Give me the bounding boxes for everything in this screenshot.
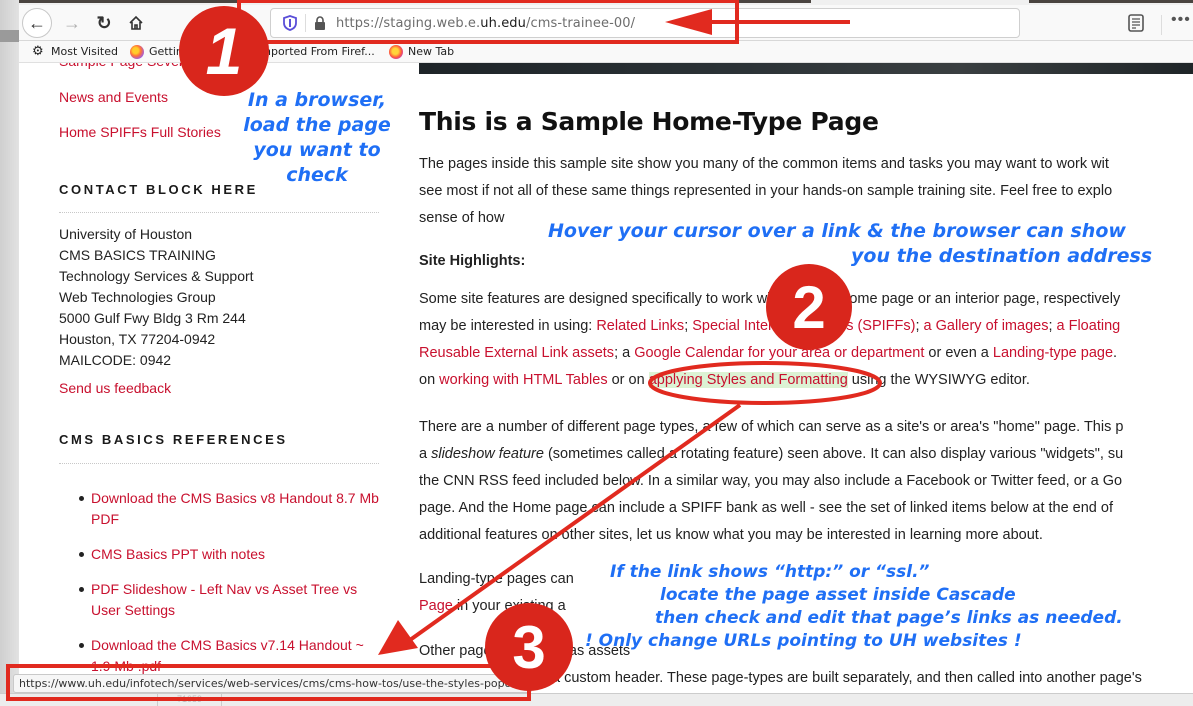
intro-line: sense of how bbox=[419, 210, 505, 226]
list-item: Download the CMS Basics v8 Handout 8.7 M… bbox=[79, 488, 381, 530]
feedback-link[interactable]: Send us feedback bbox=[59, 380, 171, 396]
step-badge-1: 1 bbox=[179, 6, 269, 96]
page-actions-menu-button[interactable]: ••• bbox=[1171, 11, 1191, 29]
references-heading: CMS BASICS REFERENCES bbox=[59, 432, 288, 447]
custom-header-line: a custom header. These page-types are bu… bbox=[552, 670, 1142, 686]
page-link[interactable]: Page bbox=[419, 598, 453, 614]
status-highlight-box bbox=[6, 664, 531, 701]
home-button[interactable] bbox=[121, 8, 151, 38]
step-badge-3: 3 bbox=[485, 603, 573, 691]
step-badge-2: 2 bbox=[766, 264, 852, 350]
step-2-note: Hover your cursor over a link & the brow… bbox=[548, 220, 1153, 267]
related-links-link[interactable]: Related Links bbox=[596, 318, 684, 334]
slideshow-image bbox=[419, 63, 1193, 74]
arrow-right-icon: → bbox=[63, 12, 81, 33]
reload-icon: ↻ bbox=[96, 12, 112, 33]
firefox-icon bbox=[389, 44, 403, 59]
list-item: PDF Slideshow - Left Nav vs Asset Tree v… bbox=[79, 579, 381, 621]
screenshot-stage: ← → ↻ https://staging.web.e.uh.edu/cms-t… bbox=[0, 0, 1193, 706]
page-types-line: additional features on other sites, let … bbox=[419, 527, 1043, 543]
home-icon bbox=[129, 15, 143, 30]
arrow-left-icon: ← bbox=[28, 12, 46, 33]
page-types-line: a slideshow feature (sometimes called a … bbox=[419, 446, 1124, 462]
divider bbox=[59, 463, 379, 464]
more-icon: ••• bbox=[1171, 11, 1191, 28]
list-item: CMS Basics PPT with notes bbox=[79, 544, 381, 565]
bookmark-imported-folder[interactable]: Imported From Firef... bbox=[257, 45, 375, 58]
bookmark-new-tab[interactable]: New Tab bbox=[389, 44, 454, 59]
contact-heading: CONTACT BLOCK HERE bbox=[59, 182, 258, 197]
references-list: Download the CMS Basics v8 Handout 8.7 M… bbox=[79, 488, 381, 691]
forward-button[interactable]: → bbox=[57, 8, 87, 38]
divider bbox=[59, 212, 379, 213]
gear-icon: ⚙ bbox=[32, 43, 44, 59]
reload-button[interactable]: ↻ bbox=[89, 8, 119, 38]
gallery-link[interactable]: a Gallery of images bbox=[924, 318, 1049, 334]
site-highlights-heading: Site Highlights: bbox=[419, 253, 526, 269]
step-1-note: In a browser, load the page you want to … bbox=[243, 89, 391, 186]
html-tables-link[interactable]: working with HTML Tables bbox=[439, 372, 607, 388]
reference-link[interactable]: PDF Slideshow - Left Nav vs Asset Tree v… bbox=[91, 581, 357, 618]
floating-link[interactable]: a Floating bbox=[1057, 318, 1121, 334]
back-button[interactable]: ← bbox=[22, 8, 52, 38]
sidebar-link-news-events[interactable]: News and Events bbox=[59, 89, 168, 105]
landing-line: Landing-type pages can bbox=[419, 571, 574, 587]
reference-link[interactable]: CMS Basics PPT with notes bbox=[91, 546, 265, 562]
reader-view-icon[interactable] bbox=[1126, 13, 1146, 33]
desktop-edge bbox=[0, 0, 19, 706]
page-types-line: the CNN RSS feed included below. In a si… bbox=[419, 473, 1123, 489]
firefox-icon bbox=[129, 44, 144, 59]
bookmark-most-visited[interactable]: ⚙ Most Visited bbox=[32, 43, 118, 59]
highlights-line: Reusable External Link assets; a Google … bbox=[419, 345, 1118, 361]
contact-block: University of Houston CMS BASICS TRAININ… bbox=[59, 226, 254, 368]
url-highlight-box bbox=[237, 0, 739, 44]
step-3-note: If the link shows “http:” or “ssl.” loca… bbox=[585, 562, 1123, 651]
google-calendar-link[interactable]: Google Calendar for your area or departm… bbox=[634, 345, 924, 361]
highlights-line: on working with HTML Tables or on applyi… bbox=[419, 372, 1030, 388]
reusable-links-link[interactable]: Reusable External Link assets bbox=[419, 345, 614, 361]
styles-formatting-link[interactable]: applying Styles and Formatting bbox=[648, 372, 848, 388]
landing-page-link[interactable]: Landing-type page bbox=[993, 345, 1113, 361]
sidebar-link-sample-page-seven[interactable]: Sample Page Seven bbox=[59, 63, 187, 69]
sidebar-link-home-spiffs[interactable]: Home SPIFFs Full Stories bbox=[59, 124, 221, 140]
intro-line: see most if not all of these same things… bbox=[419, 183, 1113, 199]
page-title: This is a Sample Home-Type Page bbox=[419, 107, 879, 136]
page-types-line: There are a number of different page typ… bbox=[419, 419, 1124, 435]
intro-line: The pages inside this sample site show y… bbox=[419, 156, 1109, 172]
page-types-line: page. And the Home page can include a SP… bbox=[419, 500, 1113, 516]
reference-link[interactable]: Download the CMS Basics v8 Handout 8.7 M… bbox=[91, 490, 379, 527]
